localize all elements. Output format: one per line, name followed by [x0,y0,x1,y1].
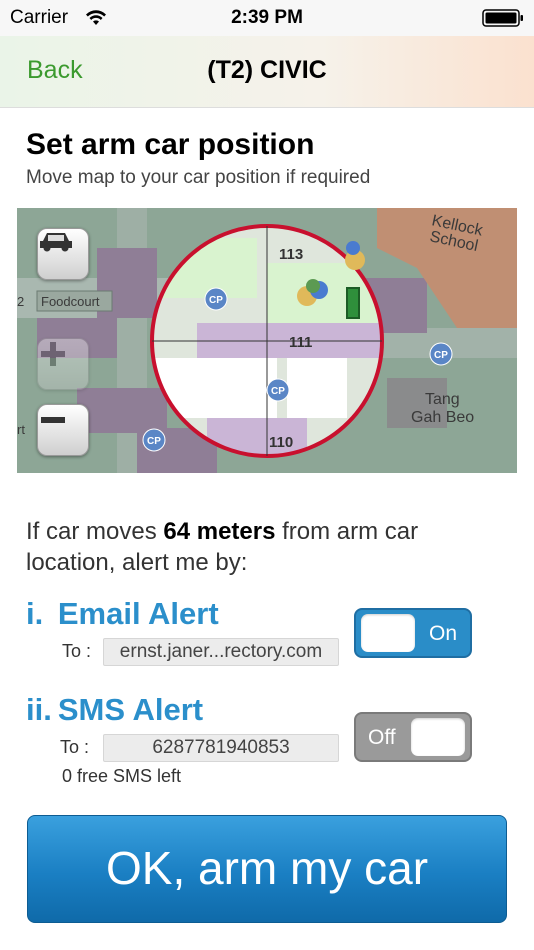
sms-alert-index: ii. [26,692,52,727]
toggle-state-label: On [429,622,458,645]
map-label-foodcourt: Foodcourt [41,294,100,309]
svg-text:CP: CP [147,436,161,447]
section-subheading: Move map to your car position if require… [26,167,371,188]
toggle-knob [411,718,465,756]
toggle-knob [361,614,415,652]
map-label-113: 113 [279,246,303,263]
svg-text:CP: CP [209,295,223,306]
battery-icon [482,9,523,27]
page-title: (T2) CIVIC [207,56,327,84]
email-alert-toggle[interactable]: On [354,608,472,658]
map-canvas: Foodcourt 2 rt Kellock School Tang Gah B… [17,208,517,473]
email-field[interactable]: ernst.janer...rectory.com [103,638,339,666]
map-label-left-2: 2 [17,294,24,309]
navigation-bar: Back (T2) CIVIC [0,36,534,108]
zoom-in-button[interactable] [37,338,89,390]
map-label-left-rt: rt [17,422,25,437]
sms-to-label: To : [60,737,90,757]
zoom-out-button[interactable] [37,404,89,456]
car-icon [40,233,72,252]
clock: 2:39 PM [231,7,303,28]
zoom-in-icon [41,342,65,366]
email-to-label: To : [62,641,92,661]
email-alert-heading: i. Email Alert [26,596,219,632]
sms-alert-toggle[interactable]: Off [354,712,472,762]
sms-alert-heading: ii. SMS Alert [26,692,203,728]
svg-text:CP: CP [434,350,448,361]
parking-marker: CP [142,428,166,452]
map-label-gah-beo: Gah Beo [411,409,474,426]
locate-car-button[interactable] [37,228,89,280]
sms-credit-label: 0 free SMS left [62,766,182,786]
status-bar: Carrier 2:39 PM [0,0,534,36]
map-label-110: 110 [269,434,293,451]
sms-phone-field[interactable]: 6287781940853 [103,734,339,762]
alert-distance: 64 meters [163,518,276,545]
email-alert-label: Email Alert [57,596,219,631]
map-view[interactable]: Foodcourt 2 rt Kellock School Tang Gah B… [17,208,517,473]
parking-marker: CP [266,378,290,402]
alert-prefix: If car moves [26,518,164,545]
sms-alert-label: SMS Alert [57,692,204,727]
map-label-tang: Tang [425,391,460,408]
parking-marker: CP [204,287,228,311]
svg-text:CP: CP [271,386,285,397]
alert-description: If car moves 64 meters from arm car loca… [26,516,496,578]
toggle-state-label: Off [368,726,396,749]
email-alert-index: i. [26,596,44,631]
parking-marker: CP [429,342,453,366]
zoom-out-icon [41,417,65,423]
section-heading: Set arm car position [26,128,315,161]
arm-car-button[interactable]: OK, arm my car [27,815,507,923]
map-label-111: 111 [289,334,312,351]
